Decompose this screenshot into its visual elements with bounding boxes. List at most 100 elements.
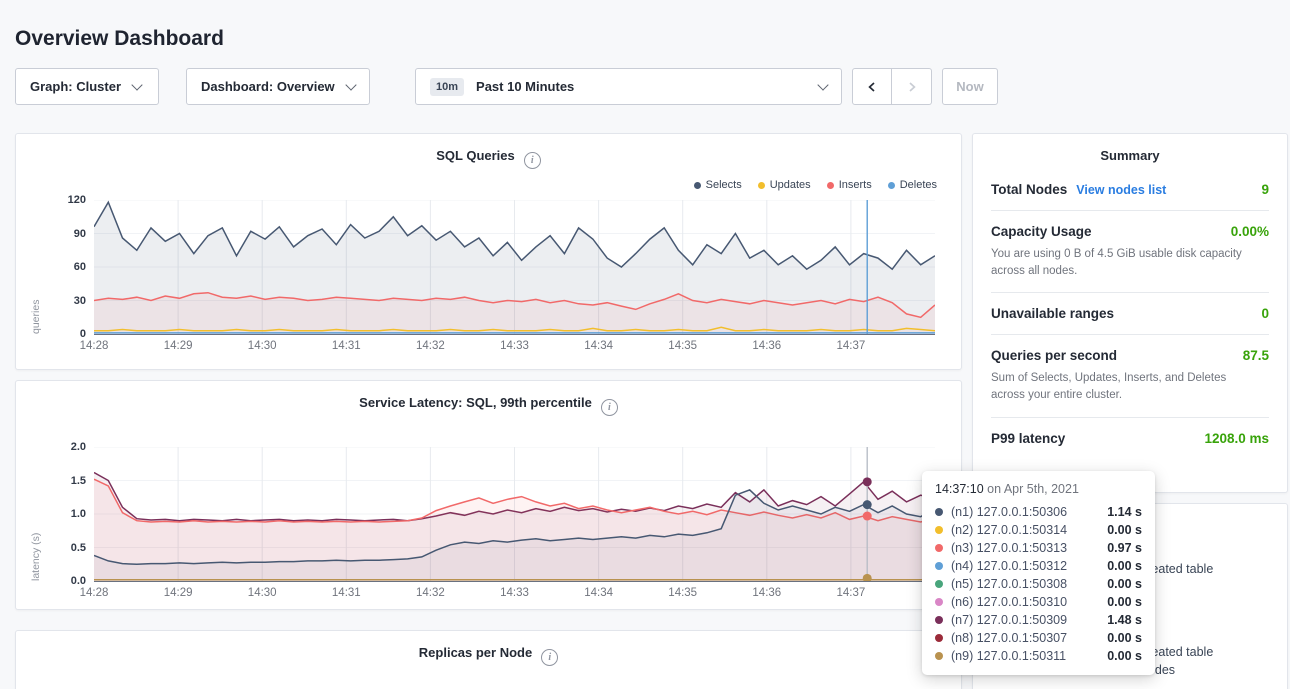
time-range-label: Past 10 Minutes [476, 79, 574, 94]
time-prev-button[interactable] [852, 68, 892, 105]
chart-legend: Selects Updates Inserts Deletes [694, 179, 937, 191]
service-latency-title: Service Latency: SQL, 99th percentile [359, 395, 592, 410]
tooltip-node-value: 0.00 s [1107, 523, 1142, 537]
y-tick-label: 0 [80, 327, 86, 341]
tooltip-row: (n6) 127.0.0.1:50310 0.00 s [935, 593, 1142, 611]
dashboard-dropdown-label: Dashboard: Overview [201, 79, 335, 94]
tooltip-node-label: (n6) 127.0.0.1:50310 [951, 595, 1067, 609]
time-range-badge: 10m [430, 78, 464, 96]
summary-panel: Summary Total Nodes View nodes list 9 Ca… [972, 133, 1288, 493]
legend-item[interactable]: Updates [758, 179, 811, 191]
service-latency-plot[interactable] [94, 447, 935, 582]
x-tick-label: 14:35 [668, 340, 697, 352]
sql-queries-chart-panel: SQL Queriesi Selects Updates Inserts Delete… [15, 133, 962, 370]
legend-item[interactable]: Deletes [888, 179, 937, 191]
capacity-caption: You are using 0 B of 4.5 GiB usable disk… [991, 246, 1263, 279]
time-nav-buttons [852, 68, 932, 105]
tooltip-node-label: (n3) 127.0.0.1:50313 [951, 541, 1067, 555]
summary-row-p99: P99 latency 1208.0 ms [991, 418, 1269, 459]
sql-queries-plot[interactable] [94, 200, 935, 335]
x-tick-label: 14:37 [837, 340, 866, 352]
summary-title: Summary [973, 134, 1287, 169]
legend-label: Deletes [900, 179, 937, 191]
series-dot [935, 598, 943, 606]
tooltip-row: (n7) 127.0.0.1:50309 1.48 s [935, 611, 1142, 629]
service-latency-chart-panel: Service Latency: SQL, 99th percentile i l… [15, 380, 962, 610]
toolbar: Graph: Cluster Dashboard: Overview 10m P… [15, 68, 998, 105]
chart-title: Replicas per Nodei [16, 631, 961, 666]
y-tick-label: 1.0 [71, 507, 86, 521]
chevron-right-icon [905, 80, 919, 94]
view-nodes-list-link[interactable]: View nodes list [1076, 183, 1166, 197]
legend-label: Selects [706, 179, 742, 191]
series-dot [935, 652, 943, 660]
legend-item[interactable]: Inserts [827, 179, 872, 191]
tooltip-row: (n8) 127.0.0.1:50307 0.00 s [935, 629, 1142, 647]
legend-item[interactable]: Selects [694, 179, 742, 191]
series-dot [935, 580, 943, 588]
info-icon[interactable]: i [541, 649, 558, 666]
series-dot [935, 544, 943, 552]
x-tick-label: 14:29 [164, 587, 193, 599]
qps-label: Queries per second [991, 348, 1117, 363]
tooltip-node-value: 1.48 s [1107, 613, 1142, 627]
x-tick-label: 14:37 [837, 587, 866, 599]
total-nodes-label: Total Nodes [991, 182, 1067, 197]
summary-row-unavailable-ranges: Unavailable ranges 0 [991, 293, 1269, 335]
info-icon[interactable]: i [524, 152, 541, 169]
x-tick-label: 14:31 [332, 340, 361, 352]
series-dot [935, 508, 943, 516]
capacity-value: 0.00% [1231, 224, 1269, 239]
y-axis-ticks: 1209060300 [44, 193, 86, 341]
dashboard-dropdown[interactable]: Dashboard: Overview [186, 68, 370, 105]
x-tick-label: 14:31 [332, 587, 361, 599]
y-axis-label: queries [30, 200, 42, 334]
time-next-button[interactable] [892, 68, 932, 105]
series-dot [935, 562, 943, 570]
now-button[interactable]: Now [942, 68, 998, 105]
unavailable-ranges-label: Unavailable ranges [991, 306, 1114, 321]
legend-label: Updates [770, 179, 811, 191]
tooltip-row: (n5) 127.0.0.1:50308 0.00 s [935, 575, 1142, 593]
graph-dropdown[interactable]: Graph: Cluster [15, 68, 159, 105]
time-range-selector[interactable]: 10m Past 10 Minutes [415, 68, 842, 105]
qps-value: 87.5 [1243, 348, 1269, 363]
p99-latency-value: 1208.0 ms [1204, 431, 1269, 446]
chart-title: SQL Queriesi [16, 134, 961, 169]
tooltip-node-value: 0.00 s [1107, 559, 1142, 573]
tooltip-node-value: 1.14 s [1107, 505, 1142, 519]
y-axis-label: latency (s) [30, 447, 42, 581]
chevron-down-icon [817, 79, 828, 90]
chevron-left-icon [865, 80, 879, 94]
legend-dot [694, 182, 701, 189]
info-icon[interactable]: i [601, 399, 618, 416]
x-tick-label: 14:36 [752, 340, 781, 352]
y-tick-label: 30 [74, 294, 86, 308]
tooltip-row: (n9) 127.0.0.1:50311 0.00 s [935, 647, 1142, 665]
y-tick-label: 0.5 [71, 541, 86, 555]
chevron-down-icon [131, 79, 142, 90]
legend-dot [888, 182, 895, 189]
summary-row-qps: Queries per second 87.5 Sum of Selects, … [991, 335, 1269, 417]
unavailable-ranges-value: 0 [1261, 306, 1269, 321]
tooltip-node-label: (n8) 127.0.0.1:50307 [951, 631, 1067, 645]
chart-canvas [94, 200, 935, 334]
total-nodes-value: 9 [1261, 182, 1269, 197]
x-axis-ticks: 14:2814:2914:3014:3114:3214:3314:3414:35… [94, 587, 935, 603]
chart-hover-tooltip: 14:37:10 on Apr 5th, 2021 (n1) 127.0.0.1… [922, 471, 1155, 675]
tooltip-row: (n1) 127.0.0.1:50306 1.14 s [935, 503, 1142, 521]
tooltip-row: (n4) 127.0.0.1:50312 0.00 s [935, 557, 1142, 575]
chart-canvas [94, 447, 935, 581]
tooltip-node-label: (n9) 127.0.0.1:50311 [951, 649, 1066, 663]
y-tick-label: 0.0 [71, 574, 86, 588]
x-tick-label: 14:35 [668, 587, 697, 599]
series-dot [935, 634, 943, 642]
x-tick-label: 14:29 [164, 340, 193, 352]
tooltip-timestamp: 14:37:10 on Apr 5th, 2021 [935, 482, 1142, 496]
qps-caption: Sum of Selects, Updates, Inserts, and De… [991, 370, 1263, 403]
page-title: Overview Dashboard [15, 27, 224, 51]
tooltip-node-label: (n4) 127.0.0.1:50312 [951, 559, 1067, 573]
y-tick-label: 120 [68, 193, 86, 207]
y-tick-label: 2.0 [71, 440, 86, 454]
summary-row-total-nodes: Total Nodes View nodes list 9 [991, 169, 1269, 211]
